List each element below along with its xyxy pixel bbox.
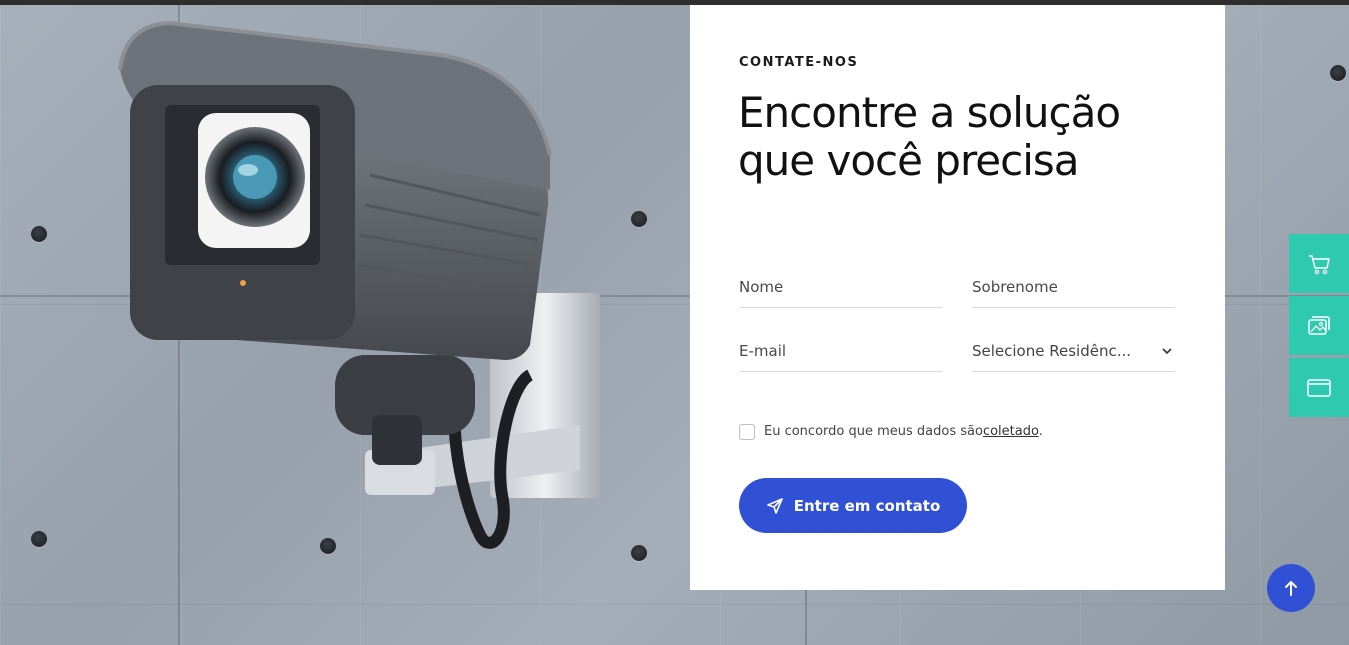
consent-text: Eu concordo que meus dados sãocoletado. <box>764 424 1043 439</box>
side-cart-button[interactable] <box>1289 234 1349 293</box>
email-input[interactable] <box>739 331 942 371</box>
submit-button[interactable]: Entre em contato <box>739 478 967 533</box>
wall-bolt <box>31 226 47 242</box>
cart-icon <box>1309 254 1330 274</box>
gallery-icon <box>1308 315 1330 335</box>
consent-label: Eu concordo que meus dados são <box>764 424 983 439</box>
residence-select[interactable]: Selecione Residênc... <box>972 331 1175 371</box>
browser-window-icon <box>1307 378 1331 397</box>
section-eyebrow: CONTATE-NOS <box>739 55 859 70</box>
security-camera-image <box>118 20 600 549</box>
submit-label: Entre em contato <box>793 496 941 515</box>
wall-bolt <box>31 531 47 547</box>
last-name-input[interactable] <box>972 267 1175 307</box>
back-to-top-button[interactable] <box>1267 564 1315 612</box>
last-name-field <box>972 267 1175 308</box>
consent-checkbox[interactable] <box>739 424 755 440</box>
email-field <box>739 331 942 372</box>
first-name-input[interactable] <box>739 267 942 307</box>
wall-bolt <box>631 545 647 561</box>
consent-suffix: . <box>1038 424 1043 439</box>
chevron-down-icon <box>1162 348 1172 355</box>
contact-form-card: CONTATE-NOS Encontre a solução que você … <box>690 5 1225 590</box>
consent-link[interactable]: coletado <box>983 424 1039 439</box>
first-name-field <box>739 267 942 308</box>
residence-select-field[interactable]: Selecione Residênc... <box>972 331 1175 372</box>
page-title: Encontre a solução que você precisa <box>738 88 1121 185</box>
arrow-up-icon <box>1285 581 1297 596</box>
wall-bolt <box>1330 65 1346 81</box>
side-gallery-button[interactable] <box>1289 296 1349 355</box>
send-icon <box>766 497 783 514</box>
wall-bolt <box>631 211 647 227</box>
side-browser-button[interactable] <box>1289 358 1349 417</box>
